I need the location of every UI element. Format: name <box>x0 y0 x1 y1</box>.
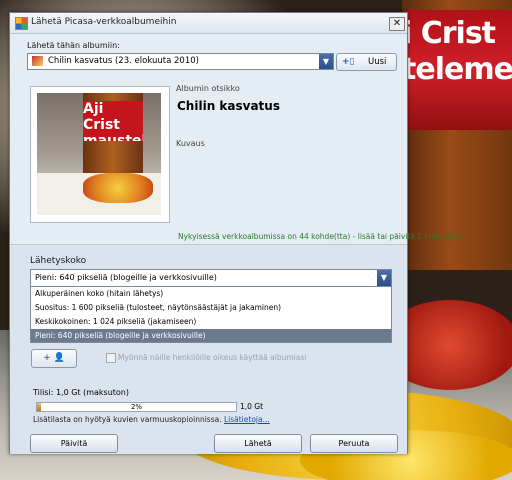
upload-size-value: Pieni: 640 pikseliä (blogeille ja verkko… <box>35 273 217 282</box>
share-access-label: Myönnä näille henkilöille oikeus käyttää… <box>118 353 307 362</box>
album-dropdown[interactable]: Chilin kasvatus (23. elokuuta 2010) ▼ <box>27 53 334 70</box>
upload-dialog: Lähetä Picasa-verkkoalbumeihin ✕ Lähetä … <box>9 12 464 454</box>
close-button[interactable]: ✕ <box>389 17 405 31</box>
upload-size-option-selected[interactable]: Pieni: 640 pikseliä (blogeille ja verkko… <box>31 329 391 342</box>
chevron-down-icon[interactable]: ▼ <box>319 54 333 69</box>
account-quota-label: Tilisi: 1,0 Gt (maksuton) <box>33 388 129 397</box>
album-title-label: Albumin otsikko <box>176 84 240 93</box>
share-access-checkbox[interactable] <box>106 353 116 363</box>
photo-thumbnail: Aji Crist maustekast <box>37 93 161 215</box>
storage-usage-bar: 2% <box>36 402 237 412</box>
more-info-link[interactable]: Lisätietoja... <box>224 415 270 424</box>
upload-size-dropdown[interactable]: Pieni: 640 pikseliä (blogeille ja verkko… <box>30 269 392 287</box>
upload-size-options: Alkuperäinen koko (hitain lähetys) Suosi… <box>30 286 392 343</box>
upgrade-button[interactable]: Päivitä <box>30 434 118 453</box>
photo-preview: Aji Crist maustekast <box>30 86 170 223</box>
title-bar[interactable]: Lähetä Picasa-verkkoalbumeihin ✕ <box>10 13 407 34</box>
jar-label-line-1: i Crist <box>402 16 496 51</box>
upload-size-option[interactable]: Suositus: 1 600 pikseliä (tulosteet, näy… <box>31 301 391 314</box>
album-dropdown-value: Chilin kasvatus (23. elokuuta 2010) <box>48 56 199 66</box>
new-album-label: Uusi <box>368 57 387 67</box>
dialog-title: Lähetä Picasa-verkkoalbumeihin <box>31 17 177 27</box>
send-button[interactable]: Lähetä <box>214 434 302 453</box>
storage-usage-percent: 2% <box>130 403 143 411</box>
upload-size-option[interactable]: Alkuperäinen koko (hitain lähetys) <box>31 287 391 300</box>
album-thumbnail-icon <box>32 56 43 66</box>
new-album-button[interactable]: +▯ Uusi <box>336 53 397 71</box>
photo-jar-label: Aji Crist maustekast <box>83 101 143 141</box>
picasa-icon <box>15 17 28 30</box>
storage-max-label: 1,0 Gt <box>240 402 264 411</box>
send-to-album-label: Lähetä tähän albumiin: <box>27 41 120 50</box>
add-people-button[interactable]: + 👤 <box>31 349 77 368</box>
album-title-field[interactable]: Chilin kasvatus <box>177 99 280 113</box>
storage-info-line: Lisätilasta on hyötyä kuvien varmuuskopi… <box>33 415 270 424</box>
background-jar-label: i Crist teleme <box>402 10 512 130</box>
add-album-icon: +▯ <box>342 57 355 67</box>
upload-size-option[interactable]: Keskikokoinen: 1 024 pikseliä (jakamisee… <box>31 315 391 328</box>
photo-candy <box>83 173 153 203</box>
upload-size-label: Lähetyskoko <box>30 256 87 266</box>
storage-info-text: Lisätilasta on hyötyä kuvien varmuuskopi… <box>33 415 222 424</box>
album-item-count-info: Nykyisessä verkkoalbumissa on 44 kohde(t… <box>178 232 464 241</box>
chevron-down-icon[interactable]: ▼ <box>377 270 391 286</box>
cancel-button[interactable]: Peruuta <box>310 434 398 453</box>
description-label: Kuvaus <box>176 139 205 148</box>
jar-label-line-2: teleme <box>402 52 512 87</box>
